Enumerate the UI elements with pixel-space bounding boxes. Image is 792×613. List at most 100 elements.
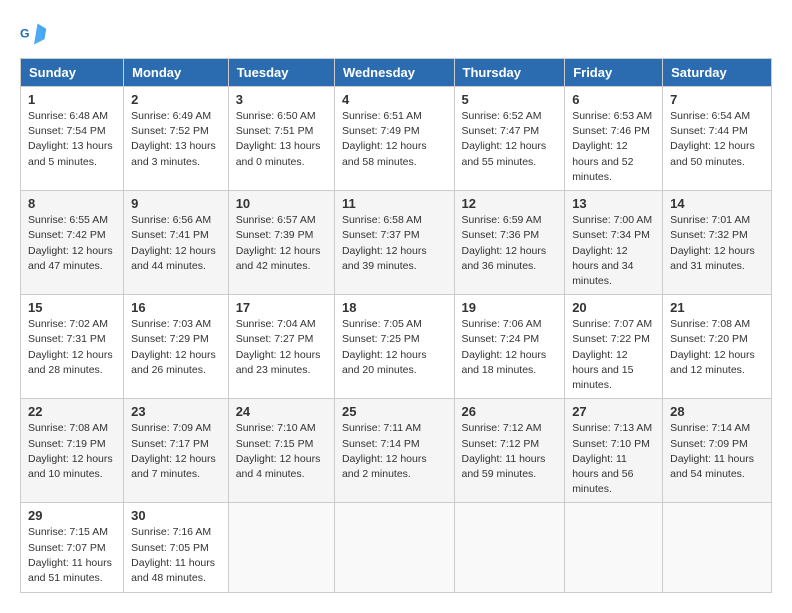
day-number: 1: [28, 92, 116, 107]
header-row: SundayMondayTuesdayWednesdayThursdayFrid…: [21, 59, 772, 87]
day-number: 7: [670, 92, 764, 107]
table-row: 16 Sunrise: 7:03 AMSunset: 7:29 PMDaylig…: [124, 295, 229, 399]
day-number: 16: [131, 300, 221, 315]
table-row: 25 Sunrise: 7:11 AMSunset: 7:14 PMDaylig…: [334, 399, 454, 503]
table-row: 13 Sunrise: 7:00 AMSunset: 7:34 PMDaylig…: [565, 191, 663, 295]
day-number: 23: [131, 404, 221, 419]
day-number: 11: [342, 196, 447, 211]
day-info: Sunrise: 6:53 AMSunset: 7:46 PMDaylight:…: [572, 109, 655, 185]
page-header: G: [20, 20, 772, 48]
day-number: 9: [131, 196, 221, 211]
table-row: 7 Sunrise: 6:54 AMSunset: 7:44 PMDayligh…: [663, 87, 772, 191]
header-day-thursday: Thursday: [454, 59, 565, 87]
day-info: Sunrise: 7:05 AMSunset: 7:25 PMDaylight:…: [342, 317, 447, 378]
day-info: Sunrise: 6:55 AMSunset: 7:42 PMDaylight:…: [28, 213, 116, 274]
table-row: 1 Sunrise: 6:48 AMSunset: 7:54 PMDayligh…: [21, 87, 124, 191]
day-info: Sunrise: 6:57 AMSunset: 7:39 PMDaylight:…: [236, 213, 327, 274]
day-number: 29: [28, 508, 116, 523]
calendar-table: SundayMondayTuesdayWednesdayThursdayFrid…: [20, 58, 772, 593]
day-info: Sunrise: 7:02 AMSunset: 7:31 PMDaylight:…: [28, 317, 116, 378]
table-row: 5 Sunrise: 6:52 AMSunset: 7:47 PMDayligh…: [454, 87, 565, 191]
table-row: 4 Sunrise: 6:51 AMSunset: 7:49 PMDayligh…: [334, 87, 454, 191]
day-number: 17: [236, 300, 327, 315]
table-row: 3 Sunrise: 6:50 AMSunset: 7:51 PMDayligh…: [228, 87, 334, 191]
day-number: 15: [28, 300, 116, 315]
day-number: 3: [236, 92, 327, 107]
table-row: [334, 503, 454, 593]
day-info: Sunrise: 7:13 AMSunset: 7:10 PMDaylight:…: [572, 421, 655, 497]
day-number: 30: [131, 508, 221, 523]
table-row: 30 Sunrise: 7:16 AMSunset: 7:05 PMDaylig…: [124, 503, 229, 593]
table-row: 19 Sunrise: 7:06 AMSunset: 7:24 PMDaylig…: [454, 295, 565, 399]
calendar-body: 1 Sunrise: 6:48 AMSunset: 7:54 PMDayligh…: [21, 87, 772, 593]
calendar-header: SundayMondayTuesdayWednesdayThursdayFrid…: [21, 59, 772, 87]
table-row: [663, 503, 772, 593]
day-info: Sunrise: 7:10 AMSunset: 7:15 PMDaylight:…: [236, 421, 327, 482]
day-info: Sunrise: 6:52 AMSunset: 7:47 PMDaylight:…: [462, 109, 558, 170]
table-row: 21 Sunrise: 7:08 AMSunset: 7:20 PMDaylig…: [663, 295, 772, 399]
header-day-tuesday: Tuesday: [228, 59, 334, 87]
table-row: 12 Sunrise: 6:59 AMSunset: 7:36 PMDaylig…: [454, 191, 565, 295]
table-row: 2 Sunrise: 6:49 AMSunset: 7:52 PMDayligh…: [124, 87, 229, 191]
table-row: 9 Sunrise: 6:56 AMSunset: 7:41 PMDayligh…: [124, 191, 229, 295]
day-info: Sunrise: 7:15 AMSunset: 7:07 PMDaylight:…: [28, 525, 116, 586]
day-info: Sunrise: 6:54 AMSunset: 7:44 PMDaylight:…: [670, 109, 764, 170]
table-row: 28 Sunrise: 7:14 AMSunset: 7:09 PMDaylig…: [663, 399, 772, 503]
header-day-sunday: Sunday: [21, 59, 124, 87]
table-row: 15 Sunrise: 7:02 AMSunset: 7:31 PMDaylig…: [21, 295, 124, 399]
table-row: 11 Sunrise: 6:58 AMSunset: 7:37 PMDaylig…: [334, 191, 454, 295]
day-number: 27: [572, 404, 655, 419]
day-info: Sunrise: 7:03 AMSunset: 7:29 PMDaylight:…: [131, 317, 221, 378]
day-info: Sunrise: 7:09 AMSunset: 7:17 PMDaylight:…: [131, 421, 221, 482]
header-day-wednesday: Wednesday: [334, 59, 454, 87]
day-info: Sunrise: 7:16 AMSunset: 7:05 PMDaylight:…: [131, 525, 221, 586]
calendar-week-3: 15 Sunrise: 7:02 AMSunset: 7:31 PMDaylig…: [21, 295, 772, 399]
table-row: 8 Sunrise: 6:55 AMSunset: 7:42 PMDayligh…: [21, 191, 124, 295]
day-info: Sunrise: 6:56 AMSunset: 7:41 PMDaylight:…: [131, 213, 221, 274]
day-number: 2: [131, 92, 221, 107]
day-info: Sunrise: 7:11 AMSunset: 7:14 PMDaylight:…: [342, 421, 447, 482]
day-info: Sunrise: 6:48 AMSunset: 7:54 PMDaylight:…: [28, 109, 116, 170]
header-day-monday: Monday: [124, 59, 229, 87]
day-info: Sunrise: 6:50 AMSunset: 7:51 PMDaylight:…: [236, 109, 327, 170]
table-row: 17 Sunrise: 7:04 AMSunset: 7:27 PMDaylig…: [228, 295, 334, 399]
day-info: Sunrise: 7:08 AMSunset: 7:20 PMDaylight:…: [670, 317, 764, 378]
day-number: 18: [342, 300, 447, 315]
day-number: 19: [462, 300, 558, 315]
day-info: Sunrise: 7:08 AMSunset: 7:19 PMDaylight:…: [28, 421, 116, 482]
header-day-friday: Friday: [565, 59, 663, 87]
day-info: Sunrise: 7:06 AMSunset: 7:24 PMDaylight:…: [462, 317, 558, 378]
table-row: 20 Sunrise: 7:07 AMSunset: 7:22 PMDaylig…: [565, 295, 663, 399]
header-day-saturday: Saturday: [663, 59, 772, 87]
day-info: Sunrise: 6:58 AMSunset: 7:37 PMDaylight:…: [342, 213, 447, 274]
calendar-week-1: 1 Sunrise: 6:48 AMSunset: 7:54 PMDayligh…: [21, 87, 772, 191]
table-row: 27 Sunrise: 7:13 AMSunset: 7:10 PMDaylig…: [565, 399, 663, 503]
logo-icon: G: [20, 20, 48, 48]
table-row: [565, 503, 663, 593]
table-row: 14 Sunrise: 7:01 AMSunset: 7:32 PMDaylig…: [663, 191, 772, 295]
day-number: 24: [236, 404, 327, 419]
day-number: 8: [28, 196, 116, 211]
day-info: Sunrise: 6:59 AMSunset: 7:36 PMDaylight:…: [462, 213, 558, 274]
table-row: 10 Sunrise: 6:57 AMSunset: 7:39 PMDaylig…: [228, 191, 334, 295]
table-row: [454, 503, 565, 593]
table-row: 18 Sunrise: 7:05 AMSunset: 7:25 PMDaylig…: [334, 295, 454, 399]
calendar-week-2: 8 Sunrise: 6:55 AMSunset: 7:42 PMDayligh…: [21, 191, 772, 295]
day-info: Sunrise: 7:04 AMSunset: 7:27 PMDaylight:…: [236, 317, 327, 378]
day-number: 25: [342, 404, 447, 419]
svg-text:G: G: [20, 27, 30, 41]
day-info: Sunrise: 7:12 AMSunset: 7:12 PMDaylight:…: [462, 421, 558, 482]
day-number: 14: [670, 196, 764, 211]
calendar-week-4: 22 Sunrise: 7:08 AMSunset: 7:19 PMDaylig…: [21, 399, 772, 503]
table-row: 29 Sunrise: 7:15 AMSunset: 7:07 PMDaylig…: [21, 503, 124, 593]
day-number: 10: [236, 196, 327, 211]
day-info: Sunrise: 7:14 AMSunset: 7:09 PMDaylight:…: [670, 421, 764, 482]
table-row: 24 Sunrise: 7:10 AMSunset: 7:15 PMDaylig…: [228, 399, 334, 503]
day-number: 20: [572, 300, 655, 315]
day-number: 5: [462, 92, 558, 107]
day-number: 6: [572, 92, 655, 107]
table-row: 22 Sunrise: 7:08 AMSunset: 7:19 PMDaylig…: [21, 399, 124, 503]
day-info: Sunrise: 6:51 AMSunset: 7:49 PMDaylight:…: [342, 109, 447, 170]
table-row: [228, 503, 334, 593]
day-number: 4: [342, 92, 447, 107]
